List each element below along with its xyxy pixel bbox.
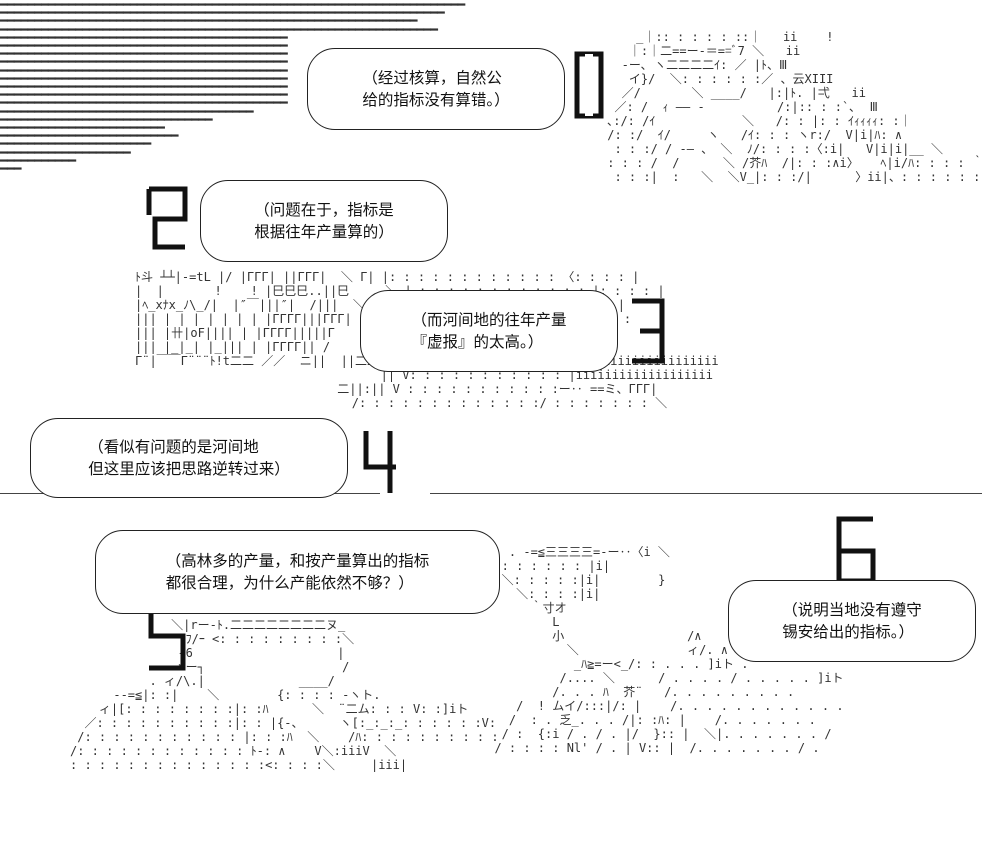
speech-bubble-1: （经过核算，自然公 给的指标没有算错。）	[307, 48, 565, 130]
speech-bubble-4: （看似有问题的是河间地但这里应该把思路逆转过来）	[30, 418, 348, 498]
number-3-glyph	[632, 298, 665, 364]
speech-bubble-3: （而河间地的往年产量 『虚报』的太高。）	[360, 290, 618, 372]
number-4-glyph	[363, 431, 396, 493]
horizontal-divider-right	[430, 493, 982, 494]
bubble-4-line-1: （看似有问题的是河间地	[88, 438, 259, 456]
number-1-glyph	[574, 51, 604, 119]
bubble-1-line-2: 给的指标没有算错。）	[362, 91, 510, 109]
ascii-art-bottom-left: ＼|rー‐ﾄ.二二二二二二二二ヌ_ ﾌ/ｰ <: : : : : : : : :…	[70, 618, 499, 772]
bubble-3-line-2: 『虚报』的太高。）	[411, 333, 544, 351]
speech-bubble-5: （高林多的产量，和按产量算出的指标 都很合理，为什么产能依然不够？）	[95, 530, 500, 614]
speech-bubble-6: （说明当地没有遵守 锡安给出的指标。）	[728, 580, 976, 662]
bubble-3-line-1: （而河间地的往年产量	[411, 311, 567, 329]
bubble-6-line-1: （说明当地没有遵守	[782, 601, 922, 619]
ascii-art-top-right: _｜:: : : : : ::｜ ii ! ｜:｜二==ー‐＝==ﾞ7 ＼ ii…	[607, 30, 982, 184]
number-2-glyph	[146, 186, 188, 250]
number-6-glyph	[836, 516, 876, 584]
bubble-2-line-1: （问题在于，指标是	[254, 201, 394, 219]
bubble-5-line-1: （高林多的产量，和按产量算出的指标	[165, 552, 430, 570]
speech-bubble-2: （问题在于，指标是 根据往年产量算的）	[200, 180, 448, 262]
bubble-5-line-2: 都很合理，为什么产能依然不够？）	[165, 574, 414, 592]
bubble-4-line-2: 但这里应该把思路逆转过来）	[88, 460, 290, 478]
bubble-1-line-1: （经过核算，自然公	[362, 69, 502, 87]
bubble-6-line-2: 锡安给出的指标。）	[782, 623, 914, 641]
bubble-2-line-2: 根据往年产量算的）	[254, 223, 394, 241]
